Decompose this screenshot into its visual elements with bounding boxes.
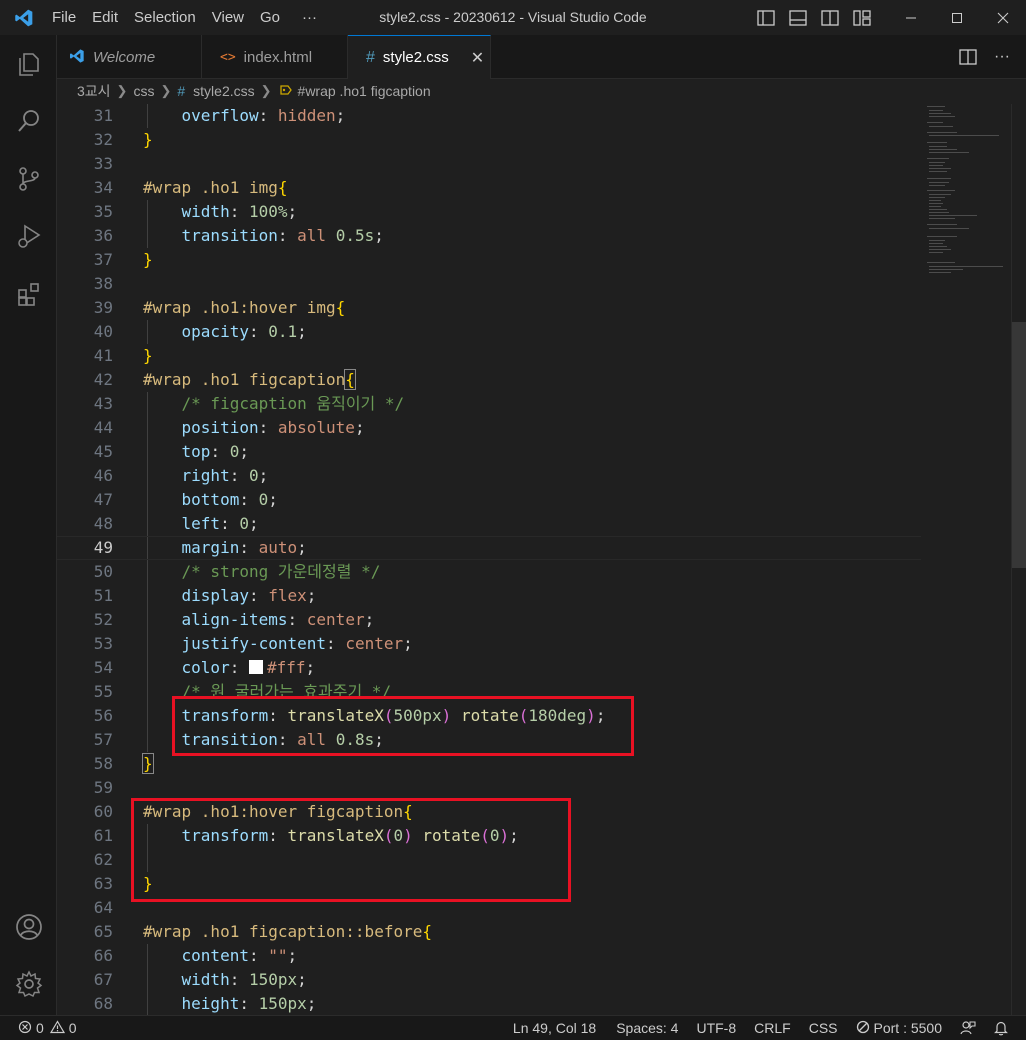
live-server-port[interactable]: Port : 5500	[856, 1020, 943, 1037]
settings-gear-icon[interactable]	[0, 960, 57, 1008]
tab-label: Welcome	[93, 48, 156, 66]
end-of-line[interactable]: CRLF	[754, 1020, 791, 1036]
chevron-right-icon: ❯	[160, 83, 172, 98]
minimap[interactable]	[921, 104, 1011, 284]
css-file-icon: #	[366, 48, 375, 66]
port-icon	[856, 1020, 870, 1037]
problems-indicator[interactable]: 0 0	[18, 1019, 77, 1037]
code-line: 43 /* figcaption 움직이기 */	[93, 394, 405, 413]
customize-layout-icon[interactable]	[850, 0, 874, 35]
close-tab-icon[interactable]: ✕	[471, 48, 484, 68]
vscode-logo-icon	[69, 48, 85, 67]
extensions-icon[interactable]	[0, 270, 57, 318]
menu-selection[interactable]: Selection	[126, 0, 204, 35]
code-line: 41}	[93, 346, 153, 365]
tab-style2-css[interactable]: # style2.css ✕	[348, 35, 491, 79]
breadcrumb-folder[interactable]: 3교시	[77, 81, 111, 101]
code-editor[interactable]: 31 overflow: hidden; 32} 33 34 #wrap .ho1…	[57, 104, 1026, 1015]
encoding[interactable]: UTF-8	[696, 1020, 736, 1036]
chevron-right-icon: ❯	[260, 83, 272, 98]
run-debug-icon[interactable]	[0, 212, 57, 260]
color-swatch[interactable]	[248, 660, 263, 674]
vertical-scrollbar[interactable]	[1011, 104, 1026, 1015]
code-line: 32}	[93, 130, 153, 149]
code-line: 46 right: 0;	[93, 466, 269, 485]
scrollbar-thumb[interactable]	[1012, 322, 1026, 568]
highlight-box-transform	[172, 696, 634, 756]
chevron-right-icon: ❯	[116, 83, 128, 98]
port-label: Port : 5500	[873, 1020, 943, 1036]
tab-welcome[interactable]: Welcome	[57, 35, 202, 79]
toggle-panel-icon[interactable]	[786, 0, 810, 35]
breadcrumb-folder[interactable]: css	[133, 83, 154, 99]
code-line: 52 align-items: center;	[93, 610, 375, 629]
cursor-position[interactable]: Ln 49, Col 18	[513, 1020, 596, 1036]
code-line: 47 bottom: 0;	[93, 490, 278, 509]
tab-label: index.html	[243, 48, 313, 66]
close-window-icon[interactable]	[980, 0, 1026, 35]
code-line: 59	[93, 778, 113, 797]
minimize-icon[interactable]	[888, 0, 934, 35]
code-line: 54 color: #fff;	[93, 658, 316, 677]
code-line: 68 height: 150px;	[93, 994, 317, 1013]
code-line: 53 justify-content: center;	[93, 634, 413, 653]
title-bar: File Edit Selection View Go ··· style2.c…	[0, 0, 1026, 35]
account-icon[interactable]	[0, 903, 57, 951]
menu-more-icon[interactable]: ···	[288, 0, 325, 35]
code-line: 44 position: absolute;	[93, 418, 365, 437]
status-bar: 0 0 Ln 49, Col 18 Spaces: 4 UTF-8 CRLF C…	[0, 1015, 1026, 1040]
explorer-icon[interactable]	[0, 40, 57, 88]
notifications-bell-icon[interactable]	[994, 1020, 1008, 1036]
breadcrumb: 3교시 ❯ css ❯ # style2.css ❯ #wrap .ho1 fi…	[57, 79, 1026, 103]
css-file-icon: #	[177, 83, 186, 99]
indentation[interactable]: Spaces: 4	[616, 1020, 678, 1036]
editor-tabs: Welcome <> index.html # style2.css ✕ ···	[57, 35, 1026, 79]
code-line: 36 transition: all 0.5s;	[93, 226, 384, 245]
code-line: 48 left: 0;	[93, 514, 259, 533]
code-line: 37}	[93, 250, 153, 269]
feedback-icon[interactable]	[960, 1020, 976, 1036]
code-line: 35 width: 100%;	[93, 202, 298, 221]
code-line: 33	[93, 154, 113, 173]
code-line: 45 top: 0;	[93, 442, 249, 461]
breadcrumb-symbol[interactable]: #wrap .ho1 figcaption	[298, 83, 431, 99]
search-icon[interactable]	[0, 97, 57, 145]
split-editor-icon[interactable]	[956, 40, 980, 75]
code-line: 38	[93, 274, 113, 293]
symbol-icon	[278, 83, 294, 100]
warning-count: 0	[68, 1020, 77, 1036]
menu-edit[interactable]: Edit	[84, 0, 126, 35]
error-icon	[18, 1020, 32, 1037]
current-code-line: 49 margin: auto;	[57, 536, 921, 560]
menu-view[interactable]: View	[204, 0, 252, 35]
source-control-icon[interactable]	[0, 155, 57, 203]
code-line: 40 opacity: 0.1;	[93, 322, 307, 341]
html-file-icon: <>	[220, 49, 236, 65]
tab-label: style2.css	[382, 49, 449, 66]
code-line: 42 #wrap .ho1 figcaption{	[93, 369, 356, 390]
menu-bar: File Edit Selection View Go ···	[48, 0, 325, 35]
code-line: 50 /* strong 가운데정렬 */	[93, 562, 381, 581]
breadcrumb-file[interactable]: style2.css	[193, 83, 254, 99]
code-line: 51 display: flex;	[93, 586, 317, 605]
maximize-icon[interactable]	[934, 0, 980, 35]
vscode-logo-icon	[0, 0, 48, 35]
toggle-secondary-sidebar-icon[interactable]	[818, 0, 842, 35]
menu-go[interactable]: Go	[252, 0, 288, 35]
code-line: 67 width: 150px;	[93, 970, 307, 989]
code-line: 66 content: "";	[93, 946, 298, 965]
more-actions-icon[interactable]: ···	[990, 40, 1014, 75]
menu-file[interactable]: File	[48, 0, 84, 35]
activity-bar	[0, 35, 57, 1015]
code-line: 31 overflow: hidden;	[93, 106, 346, 125]
tab-index-html[interactable]: <> index.html	[202, 35, 348, 79]
code-line: 34 #wrap .ho1 img{	[93, 178, 288, 197]
language-mode[interactable]: CSS	[809, 1020, 838, 1036]
warning-icon	[49, 1019, 65, 1037]
toggle-sidebar-icon[interactable]	[754, 0, 778, 35]
highlight-box-hover-rule	[131, 798, 571, 902]
code-line: 65 #wrap .ho1 figcaption::before{	[93, 922, 432, 941]
error-count: 0	[36, 1020, 44, 1036]
code-line: 39 #wrap .ho1:hover img{	[93, 298, 346, 317]
